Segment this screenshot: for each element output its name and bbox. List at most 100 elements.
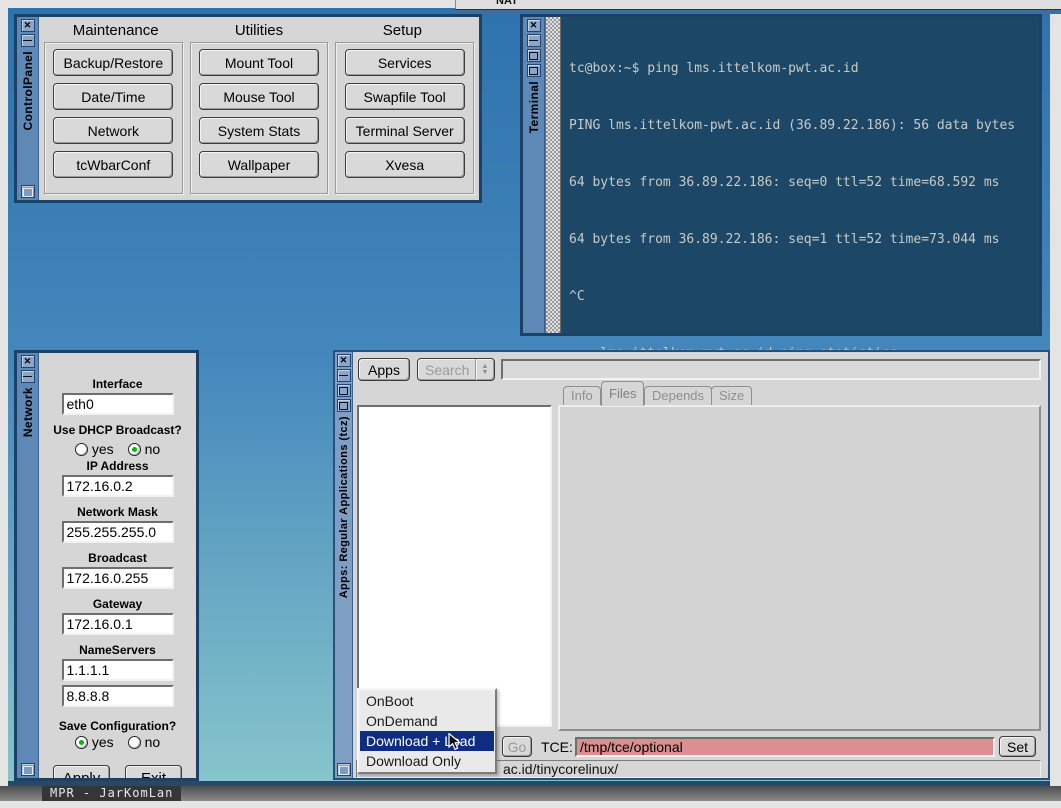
control-panel-content: Maintenance Utilities Setup Backup/Resto… (39, 17, 479, 200)
window-terminal: ✕ — Terminal tc@box:~$ ping lms.ittelkom… (520, 14, 1042, 336)
terminal-line: PING lms.ittelkom-pwt.ac.id (36.89.22.18… (569, 116, 1031, 135)
terminal-line: 64 bytes from 36.89.22.186: seq=0 ttl=52… (569, 173, 1031, 192)
gateway-label: Gateway (39, 597, 196, 611)
group-utilities: Mount Tool Mouse Tool System Stats Wallp… (190, 42, 329, 194)
minimize-icon[interactable]: — (337, 369, 351, 382)
terminal-titlebar[interactable]: ✕ — Terminal (523, 17, 545, 333)
window-title: Apps: Regular Applications (tcz) (338, 416, 350, 598)
resize-grip-icon[interactable] (21, 763, 35, 776)
save-yes-label: yes (92, 734, 114, 750)
button-swapfile-tool[interactable]: Swapfile Tool (345, 83, 465, 110)
window-network: ✕ — Network Interface Use DHCP Broadcast… (14, 350, 199, 781)
apps-titlebar[interactable]: ✕ — Apps: Regular Applications (tcz) (335, 352, 353, 778)
menu-item-download-load[interactable]: Download + Load (360, 731, 494, 751)
terminal-line: tc@box:~$ ping lms.ittelkom-pwt.ac.id (569, 59, 1031, 78)
menu-item-onboot[interactable]: OnBoot (360, 691, 494, 711)
apps-listbox[interactable] (357, 405, 552, 727)
button-terminal-server[interactable]: Terminal Server (345, 117, 465, 144)
mask-field[interactable] (62, 521, 174, 543)
button-mouse-tool[interactable]: Mouse Tool (199, 83, 319, 110)
nat-window-border (455, 9, 1061, 14)
group-header-setup: Setup (331, 20, 474, 42)
save-no-label: no (145, 734, 161, 750)
control-panel-titlebar[interactable]: ✕ — ControlPanel (17, 17, 39, 200)
terminal-screen[interactable]: tc@box:~$ ping lms.ittelkom-pwt.ac.id PI… (561, 17, 1039, 333)
nat-window-fragment[interactable]: NAT (455, 0, 1061, 14)
ip-label: IP Address (39, 459, 196, 473)
tab-size[interactable]: Size (711, 386, 752, 405)
network-titlebar[interactable]: ✕ — Network (17, 353, 39, 778)
tce-path-field[interactable] (575, 737, 995, 757)
gateway-field[interactable] (62, 613, 174, 635)
menu-item-ondemand[interactable]: OnDemand (360, 711, 494, 731)
maximize-icon[interactable] (527, 49, 541, 62)
save-config-label: Save Configuration? (39, 719, 196, 733)
exit-button[interactable]: Exit (125, 765, 182, 778)
files-tab-panel (558, 405, 1041, 731)
menu-item-download-only[interactable]: Download Only (360, 751, 494, 771)
button-backup-restore[interactable]: Backup/Restore (53, 49, 173, 76)
button-tcwbarconf[interactable]: tcWbarConf (53, 151, 173, 178)
window-title: ControlPanel (21, 51, 35, 130)
nameserver2-field[interactable] (62, 685, 174, 707)
mask-label: Network Mask (39, 505, 196, 519)
window-title: Terminal (527, 81, 541, 133)
button-date-time[interactable]: Date/Time (53, 83, 173, 110)
terminal-scrollbar[interactable] (545, 17, 561, 333)
button-system-stats[interactable]: System Stats (199, 117, 319, 144)
maximize-icon[interactable] (337, 384, 351, 397)
mouse-cursor-icon (448, 733, 464, 756)
tab-files[interactable]: Files (601, 381, 644, 406)
vm-name-label: MPR - JarKomLan (42, 786, 181, 801)
close-icon[interactable]: ✕ (21, 19, 35, 32)
dhcp-no-label: no (145, 441, 161, 457)
dhcp-yes-radio[interactable] (75, 443, 88, 456)
tab-depends[interactable]: Depends (644, 386, 712, 405)
chevron-down-icon: ▼ (482, 370, 489, 376)
button-mount-tool[interactable]: Mount Tool (199, 49, 319, 76)
minimize-icon[interactable]: — (21, 34, 35, 47)
terminal-line: ^C (569, 287, 1031, 306)
save-yes-radio[interactable] (75, 736, 88, 749)
close-icon[interactable]: ✕ (527, 19, 541, 32)
resize-grip-icon[interactable] (337, 763, 351, 776)
tce-label: TCE: (541, 739, 573, 755)
tab-info[interactable]: Info (563, 386, 601, 405)
button-services[interactable]: Services (345, 49, 465, 76)
group-header-maintenance: Maintenance (44, 20, 187, 42)
broadcast-field[interactable] (62, 567, 174, 589)
group-header-utilities: Utilities (187, 20, 330, 42)
nat-window-titlebar[interactable]: NAT (455, 0, 1061, 9)
interface-field[interactable] (62, 393, 174, 415)
network-content: Interface Use DHCP Broadcast? yes no IP … (39, 353, 196, 778)
apply-button[interactable]: Apply (53, 765, 110, 778)
close-icon[interactable]: ✕ (21, 355, 35, 368)
dhcp-no-radio[interactable] (128, 443, 141, 456)
go-button[interactable]: Go (502, 736, 532, 757)
apps-menu-button[interactable]: Apps (358, 358, 410, 381)
close-icon[interactable]: ✕ (337, 354, 351, 367)
button-network[interactable]: Network (53, 117, 173, 144)
nameserver1-field[interactable] (62, 659, 174, 681)
maximize-full-icon[interactable] (337, 399, 351, 412)
ip-field[interactable] (62, 475, 174, 497)
interface-label: Interface (39, 377, 196, 391)
group-setup: Services Swapfile Tool Terminal Server X… (335, 42, 474, 194)
nameservers-label: NameServers (39, 643, 196, 657)
minimize-icon[interactable]: — (527, 34, 541, 47)
button-wallpaper[interactable]: Wallpaper (199, 151, 319, 178)
minimize-icon[interactable]: — (21, 370, 35, 383)
dhcp-yes-label: yes (92, 441, 114, 457)
search-input[interactable] (501, 359, 1041, 380)
save-no-radio[interactable] (128, 736, 141, 749)
dhcp-label: Use DHCP Broadcast? (39, 423, 196, 437)
set-button[interactable]: Set (999, 736, 1036, 757)
search-dropdown[interactable]: Search ▲▼ (417, 358, 495, 381)
search-dropdown-label: Search (418, 362, 475, 378)
nat-window-title: NAT (496, 0, 1061, 7)
window-control-panel: ✕ — ControlPanel Maintenance Utilities S… (14, 14, 482, 203)
maximize-full-icon[interactable] (527, 64, 541, 77)
resize-grip-icon[interactable] (21, 185, 35, 198)
group-maintenance: Backup/Restore Date/Time Network tcWbarC… (44, 42, 183, 194)
button-xvesa[interactable]: Xvesa (345, 151, 465, 178)
